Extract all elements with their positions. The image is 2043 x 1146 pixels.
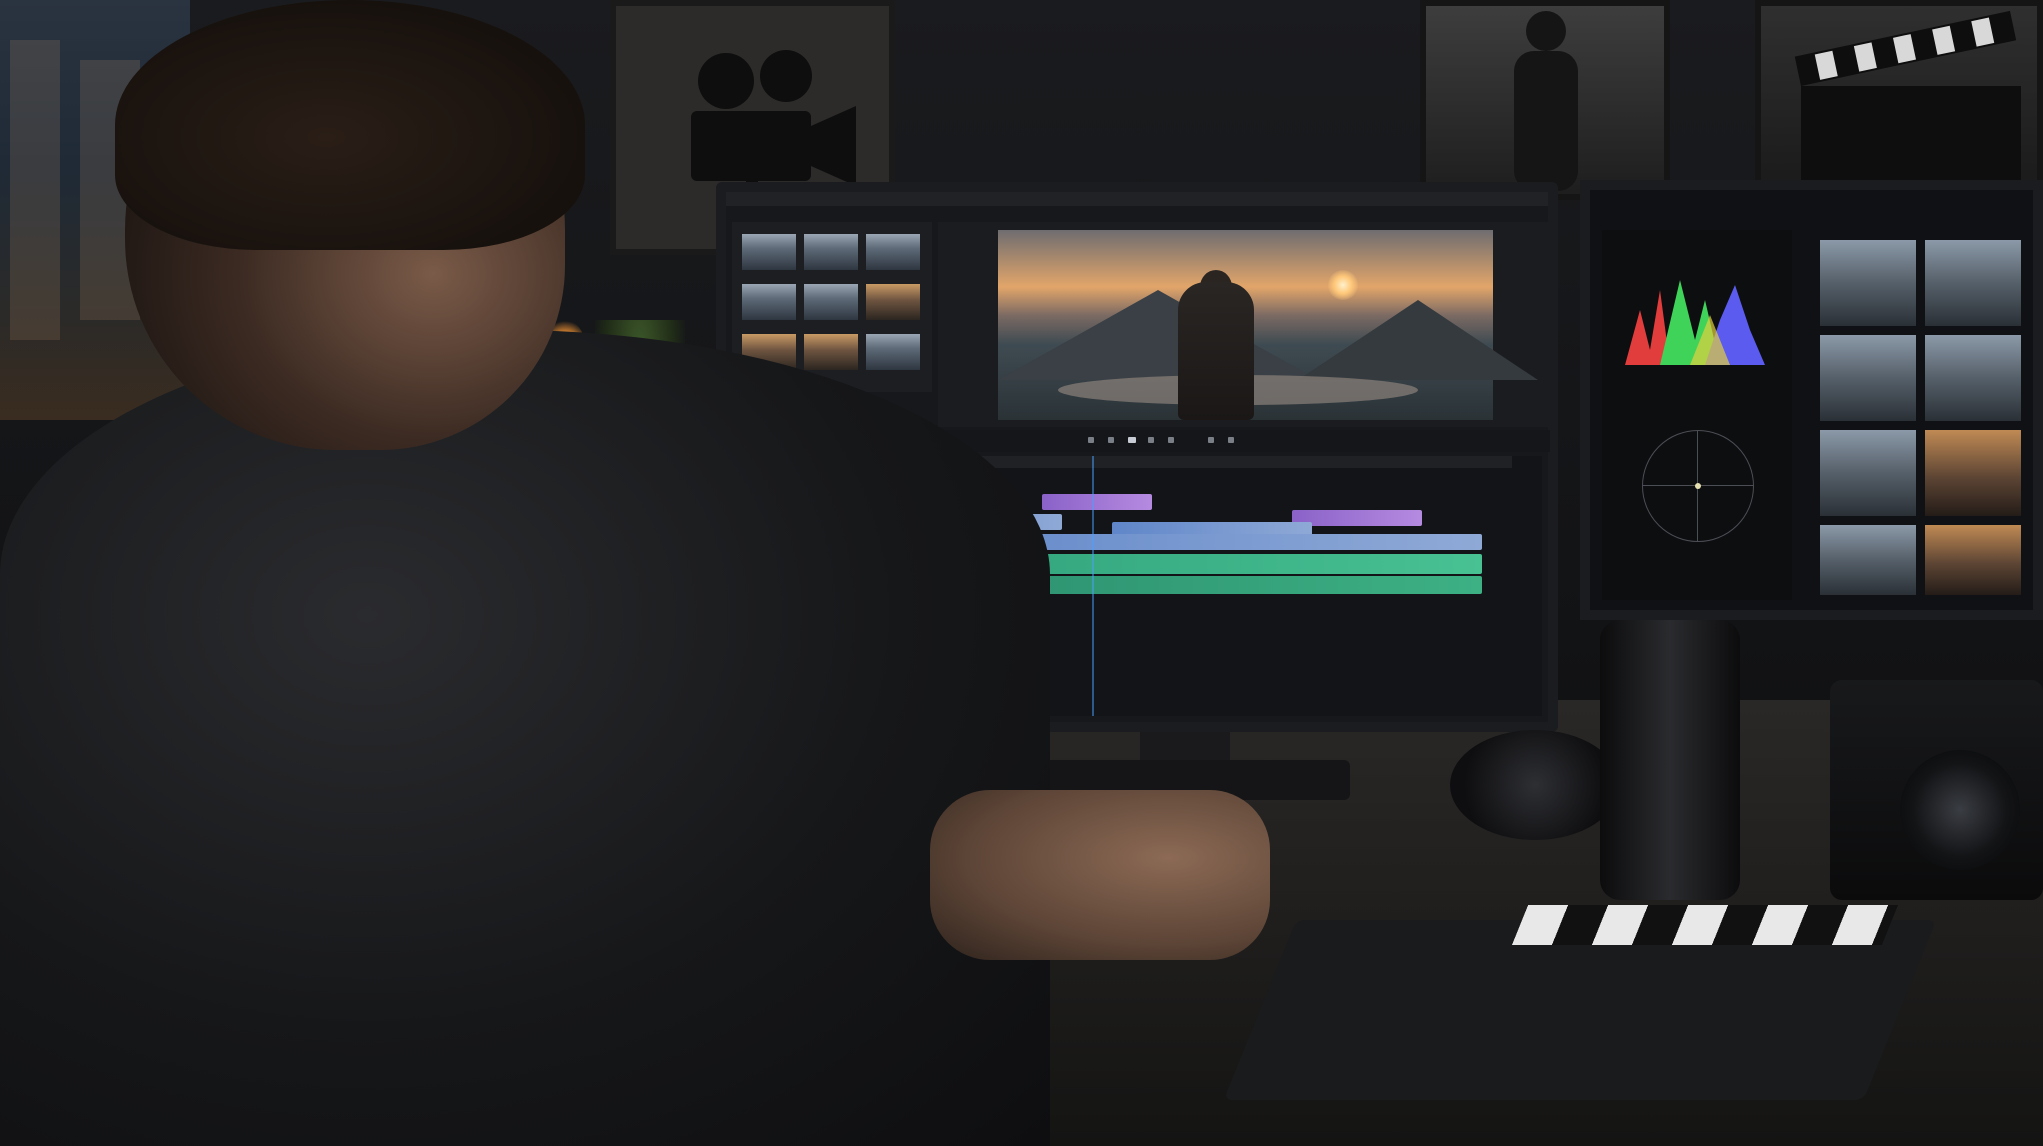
clapperboard-poster [1755, 0, 2043, 200]
program-monitor [938, 222, 1550, 427]
step-forward-icon[interactable] [1168, 437, 1174, 443]
man-hair [115, 0, 585, 250]
cinema-camera-lens [1900, 750, 2020, 870]
camera-lens-upright [1600, 620, 1740, 900]
clip-thumbnail[interactable] [742, 234, 796, 270]
clip-thumbnail[interactable] [804, 234, 858, 270]
clip-thumbnail[interactable] [804, 334, 858, 370]
program-preview-frame[interactable] [998, 230, 1538, 420]
clip-thumbnail[interactable] [804, 284, 858, 320]
playhead[interactable] [1092, 456, 1094, 716]
rewind-icon[interactable] [1108, 437, 1114, 443]
step-back-icon[interactable] [1088, 437, 1094, 443]
editor-menubar [726, 192, 1548, 206]
clapperboard-stripes [1511, 905, 1899, 945]
vectorscope [1642, 430, 1754, 542]
hiker-figure [1178, 282, 1254, 420]
graded-thumbnail[interactable] [1820, 240, 1916, 326]
clapperboard-icon [1794, 10, 2021, 186]
graded-thumbnail[interactable] [1925, 525, 2021, 595]
graded-thumbnail[interactable] [1925, 430, 2021, 516]
secondary-monitor [1580, 180, 2043, 620]
transport-controls [938, 430, 1550, 452]
mark-in-icon[interactable] [1208, 437, 1214, 443]
man-forearm-hand-on-mouse [930, 790, 1270, 960]
scopes-panel [1602, 230, 1792, 600]
camera-lens-side [1450, 730, 1620, 840]
rgb-parade-scope [1625, 280, 1765, 365]
man-torso-dark-shirt [0, 330, 1050, 1146]
mountain-right [1298, 300, 1538, 380]
clapperboard [1223, 920, 1937, 1100]
graded-thumbnail[interactable] [1925, 335, 2021, 421]
clip-thumbnail[interactable] [742, 284, 796, 320]
person-poster [1420, 0, 1670, 200]
clip-thumbnail[interactable] [866, 234, 920, 270]
clip-thumbnail[interactable] [866, 284, 920, 320]
graded-thumbnail[interactable] [1820, 335, 1916, 421]
play-icon[interactable] [1128, 437, 1136, 443]
graded-thumbnail[interactable] [1925, 240, 2021, 326]
graded-thumbnail[interactable] [1820, 525, 1916, 595]
video-clip-overlay[interactable] [1042, 494, 1152, 510]
clip-thumbnail[interactable] [866, 334, 920, 370]
mark-out-icon[interactable] [1228, 437, 1234, 443]
mountain-left [998, 290, 1318, 380]
graded-thumbnail[interactable] [1820, 430, 1916, 516]
fast-forward-icon[interactable] [1148, 437, 1154, 443]
sunset-sun [1328, 270, 1358, 300]
